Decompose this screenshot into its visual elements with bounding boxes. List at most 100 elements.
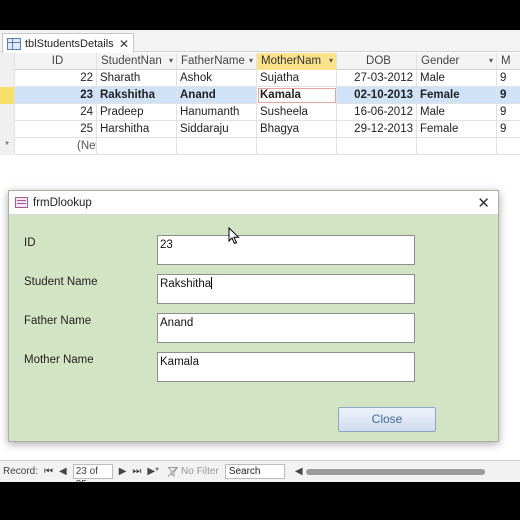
new-record-button[interactable]: ▶* [144, 466, 162, 477]
no-filter-label: No Filter [181, 466, 219, 477]
last-record-button[interactable]: ⏭ [129, 466, 144, 477]
close-button[interactable]: Close [338, 407, 436, 432]
form-title-bar[interactable]: frmDlookup ✕ [9, 191, 498, 215]
cell-gender[interactable]: Female [417, 87, 497, 104]
new-row-label[interactable]: (New) [15, 138, 97, 155]
student-name-value: Rakshitha [160, 278, 212, 290]
previous-record-button[interactable]: ◀ [56, 466, 70, 477]
new-record-row[interactable]: * (New) [0, 138, 520, 155]
column-header-fathername[interactable]: FatherName ▾ [177, 53, 257, 70]
column-header-gender[interactable]: Gender ▾ [417, 53, 497, 70]
sort-arrow-icon[interactable]: ▾ [169, 53, 173, 69]
lookup-form-window: frmDlookup ✕ ID 23 Student Name Rakshith… [8, 190, 499, 442]
tab-tblstudentsdetails[interactable]: tblStudentsDetails ✕ [2, 33, 134, 53]
document-tab-strip: tblStudentsDetails ✕ [0, 30, 520, 53]
mother-name-label: Mother Name [24, 354, 94, 366]
datasheet-grid: ID StudentNan ▾ FatherName ▾ MotherNam ▾ DO… [0, 53, 520, 155]
table-row[interactable]: 25 Harshitha Siddaraju Bhagya 29-12-2013… [0, 121, 520, 138]
screenshot-frame: tblStudentsDetails ✕ ID StudentNan ▾ Fath… [0, 0, 520, 520]
cell-dob[interactable] [337, 138, 417, 155]
column-header-label: MotherNam [261, 55, 322, 67]
tab-close-icon[interactable]: ✕ [119, 37, 129, 51]
cell-more[interactable] [497, 138, 520, 155]
cell-more[interactable]: 9 [497, 121, 520, 138]
form-icon [15, 197, 28, 208]
table-icon [7, 37, 21, 50]
cell-id[interactable]: 24 [15, 104, 97, 121]
column-header-mothername[interactable]: MotherNam ▾ [257, 53, 337, 70]
cell-mother-name[interactable]: Susheela [257, 104, 337, 121]
column-header-row: ID StudentNan ▾ FatherName ▾ MotherNam ▾ DO… [0, 53, 520, 70]
column-header-studentname[interactable]: StudentNan ▾ [97, 53, 177, 70]
cell-mother-name[interactable] [257, 138, 337, 155]
cell-gender[interactable]: Male [417, 70, 497, 87]
funnel-icon [168, 466, 179, 477]
column-header-label: FatherName [181, 55, 245, 67]
table-row-current[interactable]: 23 Rakshitha Anand Kamala 02-10-2013 Fem… [0, 87, 520, 104]
table-row[interactable]: 24 Pradeep Hanumanth Susheela 16-06-2012… [0, 104, 520, 121]
cell-gender[interactable]: Male [417, 104, 497, 121]
row-selector[interactable] [0, 104, 15, 121]
text-caret [211, 277, 213, 289]
tab-label: tblStudentsDetails [25, 37, 114, 50]
column-header-label: StudentNan [101, 55, 162, 67]
row-selector[interactable] [0, 70, 15, 87]
first-record-button[interactable]: ⏮ [41, 466, 56, 477]
column-header-id[interactable]: ID [15, 53, 97, 70]
cell-id[interactable]: 22 [15, 70, 97, 87]
cell-gender[interactable] [417, 138, 497, 155]
cell-student-name[interactable]: Sharath [97, 70, 177, 87]
form-close-icon[interactable]: ✕ [477, 194, 490, 212]
cell-id[interactable]: 25 [15, 121, 97, 138]
sort-arrow-icon[interactable]: ▾ [489, 53, 493, 69]
cell-dob[interactable]: 16-06-2012 [337, 104, 417, 121]
cell-father-name[interactable]: Anand [177, 87, 257, 104]
cell-father-name[interactable] [177, 138, 257, 155]
no-filter-button[interactable]: No Filter [168, 466, 219, 477]
sort-arrow-icon[interactable]: ▾ [329, 53, 333, 69]
select-all-corner[interactable] [0, 53, 15, 70]
cell-student-name[interactable]: Rakshitha [97, 87, 177, 104]
record-navigation-bar: Record: ⏮ ◀ 23 of 25 ▶ ⏭ ▶* No Filter Se… [0, 460, 520, 482]
scrollbar-thumb[interactable] [305, 468, 485, 475]
cell-id[interactable]: 23 [15, 87, 97, 104]
cell-more[interactable]: 9 [497, 87, 520, 104]
cell-mother-name[interactable]: Sujatha [257, 70, 337, 87]
horizontal-scrollbar[interactable]: ◀ [295, 466, 485, 477]
cell-mother-name[interactable]: Kamala [257, 87, 337, 104]
form-title: frmDlookup [33, 196, 92, 209]
cell-father-name[interactable]: Siddaraju [177, 121, 257, 138]
sort-arrow-icon[interactable]: ▾ [249, 53, 253, 69]
cell-dob[interactable]: 02-10-2013 [337, 87, 417, 104]
father-name-field[interactable]: Anand [157, 313, 415, 343]
mother-name-field[interactable]: Kamala [157, 352, 415, 382]
cell-student-name[interactable] [97, 138, 177, 155]
row-selector[interactable] [0, 87, 15, 104]
table-row[interactable]: 22 Sharath Ashok Sujatha 27-03-2012 Male… [0, 70, 520, 87]
column-header-dob[interactable]: DOB [337, 53, 417, 70]
column-header-label: Gender [421, 55, 460, 67]
cell-mother-name[interactable]: Bhagya [257, 121, 337, 138]
cell-more[interactable]: 9 [497, 104, 520, 121]
access-window: tblStudentsDetails ✕ ID StudentNan ▾ Fath… [0, 30, 520, 482]
search-field[interactable]: Search [224, 464, 285, 479]
id-field[interactable]: 23 [157, 235, 415, 265]
father-name-label: Father Name [24, 315, 92, 327]
id-label: ID [24, 237, 36, 249]
cell-student-name[interactable]: Pradeep [97, 104, 177, 121]
current-record-field[interactable]: 23 of 25 [72, 464, 113, 482]
row-selector[interactable] [0, 121, 15, 138]
cell-dob[interactable]: 27-03-2012 [337, 70, 417, 87]
cell-student-name[interactable]: Harshitha [97, 121, 177, 138]
cell-father-name[interactable]: Hanumanth [177, 104, 257, 121]
cell-gender[interactable]: Female [417, 121, 497, 138]
cell-dob[interactable]: 29-12-2013 [337, 121, 417, 138]
cell-more[interactable]: 9 [497, 70, 520, 87]
cell-father-name[interactable]: Ashok [177, 70, 257, 87]
mouse-cursor-icon [228, 227, 240, 245]
next-record-button[interactable]: ▶ [116, 466, 130, 477]
student-name-field[interactable]: Rakshitha [157, 274, 415, 304]
column-header-more[interactable]: M [497, 53, 520, 70]
scroll-left-icon[interactable]: ◀ [295, 466, 303, 477]
record-label: Record: [3, 466, 39, 477]
